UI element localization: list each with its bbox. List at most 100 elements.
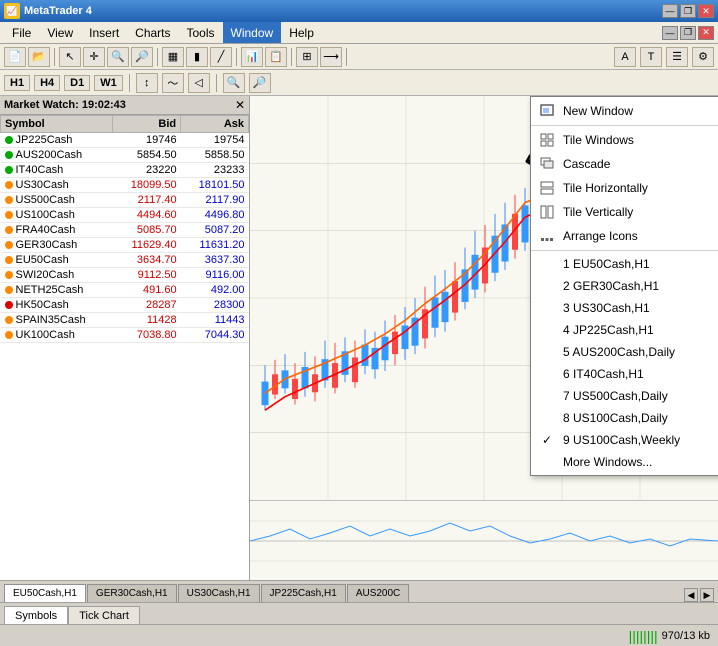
- menu-charts[interactable]: Charts: [127, 22, 178, 43]
- tile-vertical-label: Tile Vertically: [563, 205, 633, 219]
- toolbar-timeframes: H1 H4 D1 W1 ↕ 〜 ◁ 🔍 🔎: [0, 70, 718, 96]
- window-6-label: 6 IT40Cash,H1: [563, 367, 644, 381]
- tile-horizontal-label: Tile Horizontally: [563, 181, 648, 195]
- tf-extra-1[interactable]: ↕: [136, 73, 158, 93]
- chart-container: Window Menu ↙: [250, 96, 718, 580]
- bid-cell: 491.60: [113, 283, 181, 298]
- menu-window-6[interactable]: 6 IT40Cash,H1: [531, 363, 718, 385]
- bottom-tab-tick-chart[interactable]: Tick Chart: [68, 606, 140, 624]
- menu-window-8[interactable]: 8 US100Cash,Daily: [531, 407, 718, 429]
- chart-tab-0[interactable]: EU50Cash,H1: [4, 584, 86, 602]
- chart-tab-2[interactable]: US30Cash,H1: [178, 584, 260, 602]
- menu-view[interactable]: View: [39, 22, 81, 43]
- menu-window-7[interactable]: 7 US500Cash,Daily: [531, 385, 718, 407]
- table-row: JP225Cash 19746 19754: [1, 133, 249, 148]
- bid-cell: 5854.50: [113, 148, 181, 163]
- zoom-b[interactable]: 🔎: [249, 73, 271, 93]
- inner-restore-button[interactable]: ❐: [680, 26, 696, 40]
- open-btn[interactable]: 📂: [28, 47, 50, 67]
- market-watch-close[interactable]: ✕: [235, 98, 245, 112]
- bottom-tab-symbols[interactable]: Symbols: [4, 606, 68, 624]
- tf-extra-2[interactable]: 〜: [162, 73, 184, 93]
- new-chart-btn[interactable]: 📄: [4, 47, 26, 67]
- menu-insert[interactable]: Insert: [81, 22, 127, 43]
- menu-bar: File View Insert Charts Tools Window Hel…: [0, 22, 718, 44]
- inner-close-button[interactable]: ✕: [698, 26, 714, 40]
- right-toolbar-4[interactable]: ⚙: [692, 47, 714, 67]
- bar-chart-btn[interactable]: ▦: [162, 47, 184, 67]
- oscillator-panel: [250, 500, 718, 580]
- menu-tile-windows[interactable]: Tile Windows Alt+R: [531, 128, 718, 152]
- arrange-icons-label: Arrange Icons: [563, 229, 638, 243]
- window-4-label: 4 JP225Cash,H1: [563, 323, 654, 337]
- arrow-btn[interactable]: ↖: [59, 47, 81, 67]
- symbol-cell: IT40Cash: [1, 163, 113, 178]
- col-bid: Bid: [113, 116, 181, 133]
- symbol-name: IT40Cash: [16, 164, 64, 176]
- market-watch-title: Market Watch: 19:02:43: [4, 99, 126, 111]
- symbol-dot: [5, 196, 13, 204]
- symbol-dot: [5, 286, 13, 294]
- symbol-name: EU50Cash: [16, 254, 69, 266]
- symbol-dot: [5, 331, 13, 339]
- menu-window-2[interactable]: 2 GER30Cash,H1: [531, 275, 718, 297]
- menu-more-windows[interactable]: More Windows...: [531, 451, 718, 473]
- symbol-name: US100Cash: [16, 209, 75, 221]
- symbol-cell: JP225Cash: [1, 133, 113, 148]
- chart-tab-4[interactable]: AUS200C: [347, 584, 409, 602]
- menu-tile-vertical[interactable]: Tile Vertically: [531, 200, 718, 224]
- symbol-cell: NETH25Cash: [1, 283, 113, 298]
- right-toolbar-3[interactable]: ☰: [666, 47, 688, 67]
- minimize-button[interactable]: —: [662, 4, 678, 18]
- menu-window-9[interactable]: ✓ 9 US100Cash,Weekly: [531, 429, 718, 451]
- symbol-dot: [5, 226, 13, 234]
- bid-cell: 4494.60: [113, 208, 181, 223]
- symbol-name: SPAIN35Cash: [16, 314, 86, 326]
- ask-cell: 28300: [181, 298, 249, 313]
- chart-tab-next[interactable]: ▶: [700, 588, 714, 602]
- zoom-out-btn[interactable]: 🔎: [131, 47, 153, 67]
- chart-tab-prev[interactable]: ◀: [684, 588, 698, 602]
- zoom-in-btn[interactable]: 🔍: [107, 47, 129, 67]
- tf-d1[interactable]: D1: [64, 75, 90, 91]
- tf-extra-3[interactable]: ◁: [188, 73, 210, 93]
- menu-new-window[interactable]: New Window: [531, 99, 718, 123]
- tf-h4[interactable]: H4: [34, 75, 60, 91]
- right-toolbar-1[interactable]: A: [614, 47, 636, 67]
- menu-tile-horizontal[interactable]: Tile Horizontally: [531, 176, 718, 200]
- menu-arrange-icons[interactable]: Arrange Icons: [531, 224, 718, 248]
- period-sep-btn[interactable]: ⊞: [296, 47, 318, 67]
- close-button[interactable]: ✕: [698, 4, 714, 18]
- restore-button[interactable]: ❐: [680, 4, 696, 18]
- menu-window-5[interactable]: 5 AUS200Cash,Daily: [531, 341, 718, 363]
- menu-window-1[interactable]: 1 EU50Cash,H1: [531, 253, 718, 275]
- chart-tab-1[interactable]: GER30Cash,H1: [87, 584, 177, 602]
- bid-cell: 11629.40: [113, 238, 181, 253]
- menu-window[interactable]: Window: [223, 22, 282, 43]
- menu-window-4[interactable]: 4 JP225Cash,H1: [531, 319, 718, 341]
- menu-tools[interactable]: Tools: [179, 22, 223, 43]
- menu-help[interactable]: Help: [281, 22, 322, 43]
- tile-vertical-icon: [539, 204, 555, 220]
- zoom-a[interactable]: 🔍: [223, 73, 245, 93]
- title-bar: 📈 MetaTrader 4 — ❐ ✕: [0, 0, 718, 22]
- right-toolbar-2[interactable]: T: [640, 47, 662, 67]
- tf-w1[interactable]: W1: [94, 75, 123, 91]
- chart-tab-3[interactable]: JP225Cash,H1: [261, 584, 346, 602]
- window-2-label: 2 GER30Cash,H1: [563, 279, 659, 293]
- menu-cascade[interactable]: Cascade: [531, 152, 718, 176]
- indicator-btn[interactable]: 📊: [241, 47, 263, 67]
- symbol-name: US500Cash: [16, 194, 75, 206]
- line-btn[interactable]: ╱: [210, 47, 232, 67]
- auto-scroll-btn[interactable]: ⟶: [320, 47, 342, 67]
- inner-minimize-button[interactable]: —: [662, 26, 678, 40]
- symbol-cell: US100Cash: [1, 208, 113, 223]
- template-btn[interactable]: 📋: [265, 47, 287, 67]
- tf-h1[interactable]: H1: [4, 75, 30, 91]
- symbol-dot: [5, 166, 13, 174]
- menu-window-3[interactable]: 3 US30Cash,H1: [531, 297, 718, 319]
- crosshair-btn[interactable]: ✛: [83, 47, 105, 67]
- bid-cell: 7038.80: [113, 328, 181, 343]
- menu-file[interactable]: File: [4, 22, 39, 43]
- candle-btn[interactable]: ▮: [186, 47, 208, 67]
